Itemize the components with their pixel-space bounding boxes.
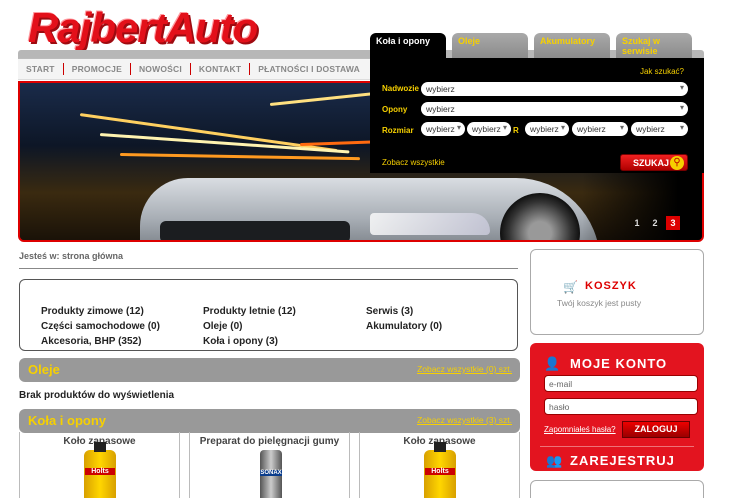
search-help-link[interactable]: Jak szukać? (640, 67, 684, 76)
category-produkty-zimowe[interactable]: Produkty zimowe (12) (41, 306, 144, 317)
select-indeks-predkosci[interactable]: wybierz (631, 122, 688, 136)
nav-nowosci[interactable]: NOWOŚCI (131, 63, 191, 75)
slider-pager: 1 2 3 (630, 216, 680, 230)
nav-promocje[interactable]: PROMOCJE (64, 63, 131, 75)
section-see-all-link[interactable]: Zobacz wszystkie (3) szt. (417, 415, 512, 425)
product-image[interactable]: Holts (84, 442, 116, 498)
magnifier-icon: ⚲ (670, 156, 684, 170)
empty-message: Brak produktów do wyświetlenia (19, 390, 175, 401)
cart-title: KOSZYK (585, 280, 637, 292)
category-akumulatory[interactable]: Akumulatory (0) (366, 321, 442, 332)
category-box: Produkty zimowe (12) Produkty letnie (12… (19, 279, 518, 351)
search-button[interactable]: SZUKAJ ⚲ (620, 154, 688, 171)
select-szerokosc[interactable]: wybierz (421, 122, 465, 136)
slider-page-1[interactable]: 1 (630, 216, 644, 230)
cart-box[interactable]: 🛒 KOSZYK Twój koszyk jest pusty (530, 249, 704, 335)
tab-szukaj-w-serwisie[interactable]: Szukaj w serwisie (616, 33, 692, 58)
register-link[interactable]: ZAREJESTRUJ (570, 453, 675, 468)
select-srednica[interactable]: wybierz (525, 122, 569, 136)
divider (540, 446, 694, 447)
sidebar-box (530, 480, 704, 498)
account-title: MOJE KONTO (570, 356, 668, 371)
select-profil[interactable]: wybierz (467, 122, 511, 136)
nav-platnosci[interactable]: PŁATNOŚCI I DOSTAWA (250, 63, 368, 75)
product-brand: SONAX (260, 470, 282, 476)
divider (19, 268, 518, 269)
section-see-all-link[interactable]: Zobacz wszystkie (0) szt. (417, 364, 512, 374)
product-brand: Holts (425, 468, 455, 475)
category-kola-opony[interactable]: Koła i opony (3) (203, 336, 278, 347)
search-panel: Jak szukać? Nadwozie wybierz Opony wybie… (370, 58, 704, 173)
product-name: Preparat do pielęgnacji gumy (199, 436, 340, 447)
category-czesci-samochodowe[interactable]: Części samochodowe (0) (41, 321, 160, 332)
category-akcesoria-bhp[interactable]: Akcesoria, BHP (352) (41, 336, 141, 347)
tab-oleje[interactable]: Oleje (452, 33, 528, 58)
car-headlight (370, 213, 490, 235)
breadcrumb: Jesteś w: strona główna (19, 251, 124, 261)
category-serwis[interactable]: Serwis (3) (366, 306, 413, 317)
section-header-oleje: Oleje Zobacz wszystkie (0) szt. (19, 358, 520, 382)
section-title: Oleje (28, 362, 60, 377)
select-indeks-nosnosci[interactable]: wybierz (572, 122, 628, 136)
product-image[interactable]: Holts (424, 442, 456, 498)
slider-page-2[interactable]: 2 (648, 216, 662, 230)
product-brand: Holts (85, 468, 115, 475)
product-card[interactable]: Koło zapasowe Holts (359, 432, 520, 498)
main-nav: START PROMOCJE NOWOŚCI KONTAKT PŁATNOŚCI… (18, 58, 370, 80)
forgot-password-link[interactable]: Zapomniałeś hasła? (544, 425, 616, 434)
product-card[interactable]: Koło zapasowe Holts (19, 432, 180, 498)
label-r: R (513, 126, 519, 135)
search-tabs: Koła i opony Oleje Akumulatory Szukaj w … (370, 33, 692, 58)
logo-text: RajbertAuto (28, 4, 258, 51)
email-field[interactable]: e-mail (544, 375, 698, 392)
password-field[interactable]: hasło (544, 398, 698, 415)
search-button-label: SZUKAJ (633, 158, 670, 168)
product-image[interactable]: SONAX (260, 450, 282, 498)
category-produkty-letnie[interactable]: Produkty letnie (12) (203, 306, 296, 317)
cart-status: Twój koszyk jest pusty (557, 298, 642, 308)
slider-page-3[interactable]: 3 (666, 216, 680, 230)
category-oleje[interactable]: Oleje (0) (203, 321, 242, 332)
add-user-icon: 👥 (546, 453, 563, 468)
label-rozmiar: Rozmiar (382, 126, 414, 135)
label-nadwozie: Nadwozie (382, 84, 419, 93)
section-title: Koła i opony (28, 413, 106, 428)
car-grille (160, 221, 350, 240)
site-logo[interactable]: RajbertAuto (28, 6, 318, 50)
cart-icon: 🛒 (563, 280, 578, 294)
nav-start[interactable]: START (18, 63, 64, 75)
product-card[interactable]: Preparat do pielęgnacji gumy SONAX (189, 432, 350, 498)
label-opony: Opony (382, 105, 408, 114)
section-header-kola-opony: Koła i opony Zobacz wszystkie (3) szt. (19, 409, 520, 433)
select-nadwozie[interactable]: wybierz (421, 82, 688, 96)
user-icon: 👤 (544, 356, 561, 371)
select-opony[interactable]: wybierz (421, 102, 688, 116)
login-button[interactable]: ZALOGUJ (622, 421, 690, 438)
nav-kontakt[interactable]: KONTAKT (191, 63, 251, 75)
search-see-all-link[interactable]: Zobacz wszystkie (382, 158, 445, 167)
tab-akumulatory[interactable]: Akumulatory (534, 33, 610, 58)
tab-kola-opony[interactable]: Koła i opony (370, 33, 446, 58)
account-box: 👤 MOJE KONTO e-mail hasło Zapomniałeś ha… (530, 343, 704, 471)
